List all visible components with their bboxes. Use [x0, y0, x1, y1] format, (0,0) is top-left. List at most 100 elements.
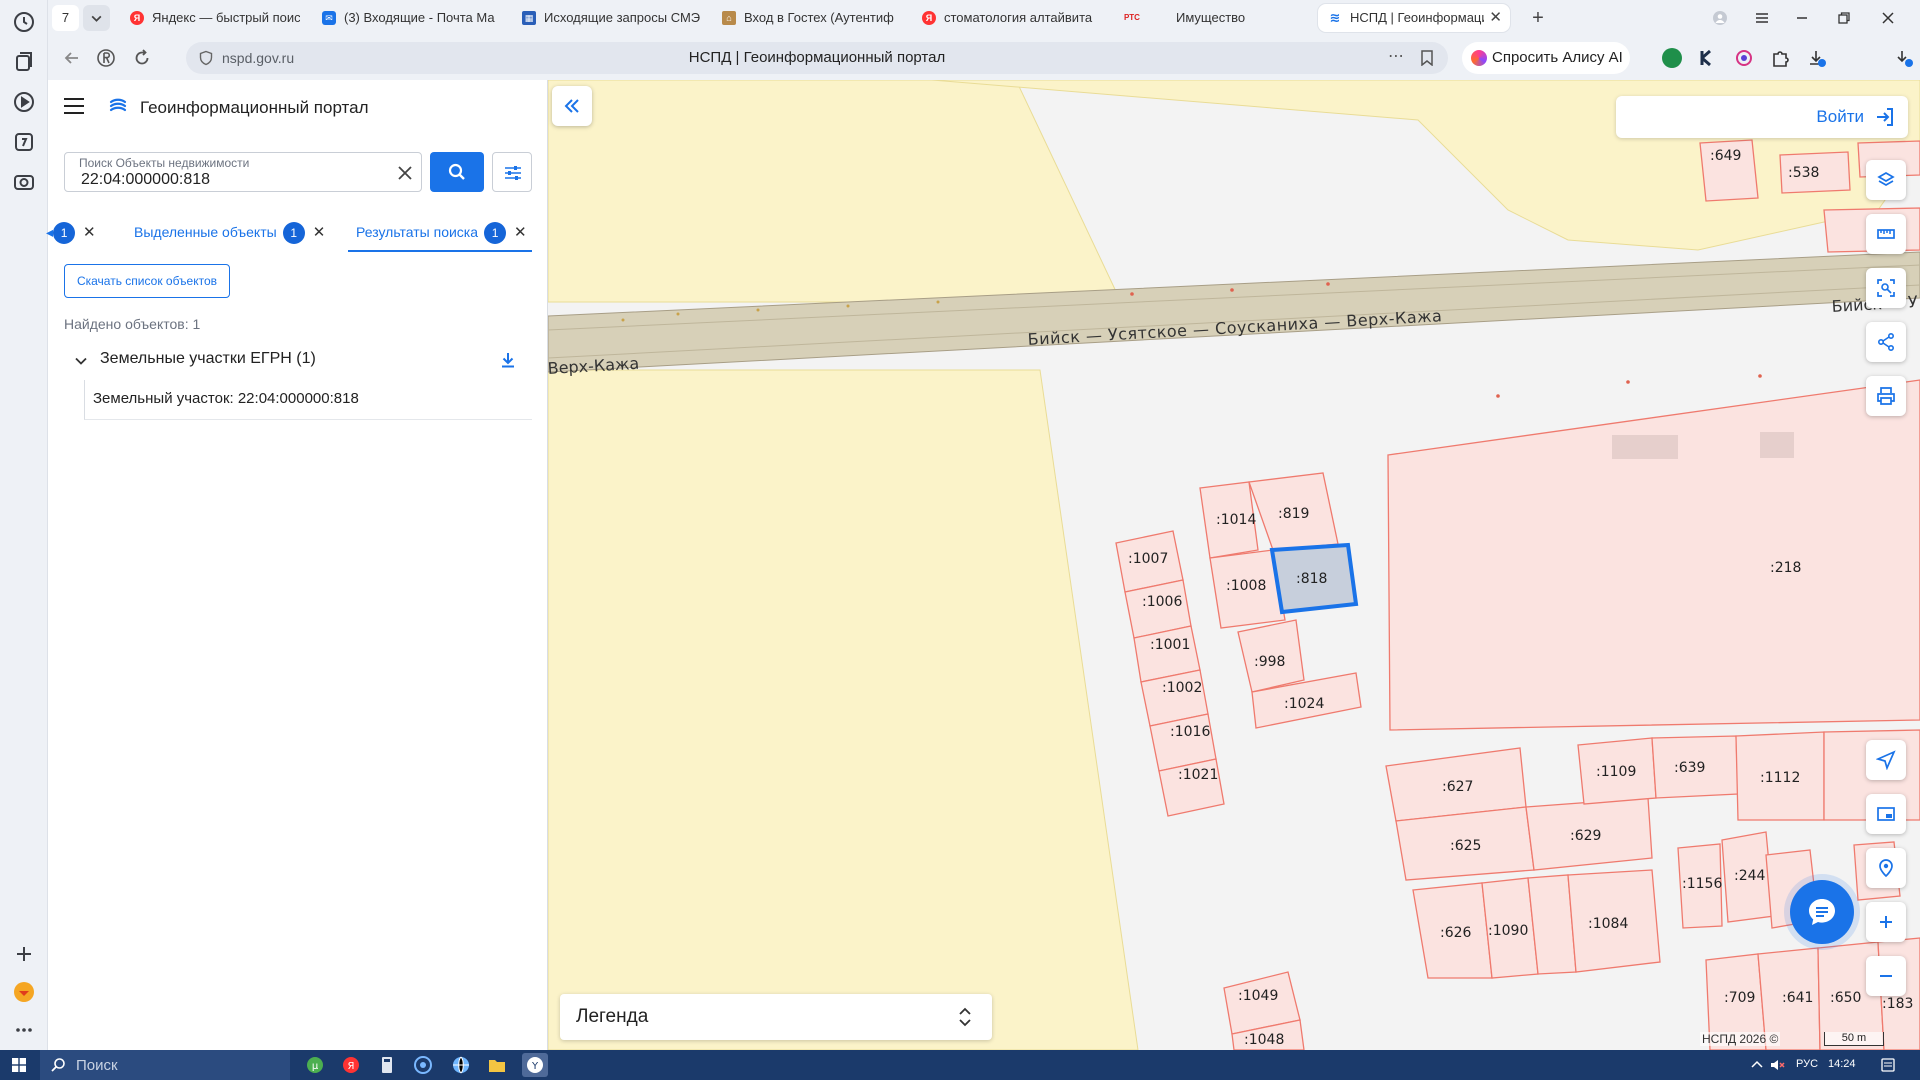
close-tab-icon[interactable]: ✕: [514, 213, 527, 253]
tab-list-button[interactable]: [83, 5, 110, 31]
bookmark-icon[interactable]: [1420, 50, 1434, 66]
menu-icon[interactable]: [1748, 4, 1776, 32]
close-tab-icon[interactable]: ✕: [1489, 4, 1502, 32]
clock[interactable]: 14:24: [1828, 1058, 1856, 1070]
camera-icon[interactable]: [12, 170, 36, 194]
result-group[interactable]: Земельные участки ЕГРН (1): [64, 348, 532, 374]
parcel-label: :1001: [1150, 637, 1190, 653]
chevron-up-icon[interactable]: [1750, 1058, 1764, 1072]
download-list-button[interactable]: Скачать список объектов: [64, 264, 230, 298]
layers-button[interactable]: [1866, 160, 1906, 200]
map-layer[interactable]: Бийск — Усятское — Соусканиха — Верх-Каж…: [548, 80, 1920, 1050]
yandex-mail-icon[interactable]: [12, 980, 36, 1004]
extension-puzzle-icon[interactable]: [1770, 48, 1790, 68]
list-item[interactable]: Земельный участок: 22:04:000000:818: [84, 380, 532, 420]
utorrent-icon[interactable]: µ: [302, 1053, 328, 1077]
collections-icon[interactable]: [12, 50, 36, 74]
download-icon[interactable]: [498, 350, 518, 370]
profile-icon[interactable]: [1706, 4, 1734, 32]
yandex-home-button[interactable]: [94, 46, 118, 70]
collapse-panel-button[interactable]: [552, 86, 592, 126]
keyboard-language[interactable]: РУС: [1796, 1058, 1818, 1070]
filter-button[interactable]: [492, 152, 532, 192]
minimap-button[interactable]: [1866, 794, 1906, 834]
tab-yandex[interactable]: Я Яндекс — быстрый поиск: [120, 4, 308, 32]
print-button[interactable]: [1866, 376, 1906, 416]
zoom-out-button[interactable]: [1866, 956, 1906, 996]
yandex-browser-icon[interactable]: Y: [522, 1053, 548, 1077]
file-explorer-icon[interactable]: [484, 1053, 510, 1077]
restore-icon[interactable]: [1830, 4, 1858, 32]
close-tab-icon[interactable]: ✕: [313, 213, 326, 253]
menu-hamburger-icon[interactable]: [64, 98, 84, 114]
extension-k-icon[interactable]: [1698, 48, 1718, 68]
select-area-icon: [1877, 279, 1895, 297]
play-icon[interactable]: [12, 90, 36, 114]
location-search-button[interactable]: [1866, 848, 1906, 888]
download-arrow-icon[interactable]: [1894, 48, 1914, 68]
tab-previous[interactable]: ◂ 1 ✕: [46, 212, 96, 253]
taskbar-search[interactable]: Поиск: [40, 1050, 290, 1080]
calculator-icon[interactable]: [374, 1053, 400, 1077]
select-area-button[interactable]: [1866, 268, 1906, 308]
clear-icon[interactable]: [395, 163, 415, 183]
globe-icon[interactable]: [448, 1053, 474, 1077]
share-button[interactable]: [1866, 322, 1906, 362]
windows-start-icon[interactable]: [12, 1058, 26, 1072]
back-button[interactable]: [60, 46, 84, 70]
volume-muted-icon[interactable]: [1770, 1058, 1786, 1072]
reload-icon: [135, 49, 149, 65]
parcel-label: :538: [1788, 165, 1819, 181]
tab-nspd[interactable]: ≋ НСПД | Геоинформаци ✕: [1318, 4, 1510, 32]
parcel[interactable]: [1387, 379, 1920, 731]
omnibox[interactable]: nspd.gov.ru НСПД | Геоинформационный пор…: [186, 42, 1448, 74]
minimize-icon[interactable]: [1788, 4, 1816, 32]
close-tab-icon[interactable]: ✕: [83, 213, 96, 253]
tab-mail[interactable]: ✉ (3) Входящие - Почта Ма: [312, 4, 508, 32]
tab-gostech[interactable]: ⌂ Вход в Гостех (Аутентиф: [712, 4, 908, 32]
chat-button[interactable]: [1790, 880, 1854, 944]
map-canvas[interactable]: Бийск — Усятское — Соусканиха — Верх-Каж…: [548, 80, 1920, 1050]
geolocate-button[interactable]: [1866, 740, 1906, 780]
parcel-label: :625: [1450, 838, 1481, 854]
legend-panel[interactable]: Легенда: [560, 994, 992, 1040]
tab-search-results[interactable]: Результаты поиска 1 ✕: [356, 212, 527, 252]
parcel-label: :1008: [1226, 578, 1266, 594]
calendar-icon[interactable]: [12, 130, 36, 154]
history-icon[interactable]: [12, 10, 36, 34]
ask-alice-button[interactable]: Спросить Алису AI: [1462, 42, 1630, 74]
extension-target-icon[interactable]: [1734, 48, 1754, 68]
tab-outgoing[interactable]: ▦ Исходящие запросы СМЭ: [512, 4, 708, 32]
close-window-icon[interactable]: [1874, 4, 1902, 32]
expand-icon: [959, 1007, 971, 1027]
add-icon[interactable]: [12, 942, 36, 966]
new-tab-button[interactable]: +: [1524, 4, 1552, 32]
login-button[interactable]: Войти: [1616, 96, 1908, 138]
building: [1760, 432, 1794, 458]
navigation-icon: [1876, 750, 1896, 770]
measure-button[interactable]: [1866, 214, 1906, 254]
tab-dentistry[interactable]: Я стоматология алтайвита: [912, 4, 1108, 32]
more-icon[interactable]: [12, 1018, 36, 1042]
browser-circle-icon[interactable]: [410, 1053, 436, 1077]
search-button[interactable]: [430, 152, 484, 192]
search-field[interactable]: Поиск Объекты недвижимости: [64, 152, 422, 192]
more-dots-icon[interactable]: ⋯: [1388, 46, 1404, 66]
tab-counter[interactable]: 7: [52, 5, 79, 31]
yandex-logo-icon: [97, 49, 115, 67]
parcel-label: :1007: [1128, 551, 1168, 567]
tab-property[interactable]: РТС Имущество: [1112, 4, 1308, 32]
search-input[interactable]: [81, 171, 381, 189]
tab-selected-objects[interactable]: Выделенные объекты 1 ✕: [134, 212, 325, 252]
yandex-icon[interactable]: Я: [338, 1053, 364, 1077]
notifications-icon[interactable]: [1880, 1057, 1896, 1073]
reload-button[interactable]: [130, 46, 154, 70]
chevron-down-icon: [75, 357, 87, 365]
yandex-icon: Я: [130, 11, 144, 25]
downloads-icon[interactable]: [1806, 48, 1826, 68]
active-tab-indicator: [348, 250, 532, 252]
zoom-in-button[interactable]: [1866, 902, 1906, 942]
minimap-icon: [1877, 807, 1895, 821]
parcel-label: :1156: [1682, 876, 1722, 892]
extension-shield-icon[interactable]: [1662, 48, 1682, 68]
